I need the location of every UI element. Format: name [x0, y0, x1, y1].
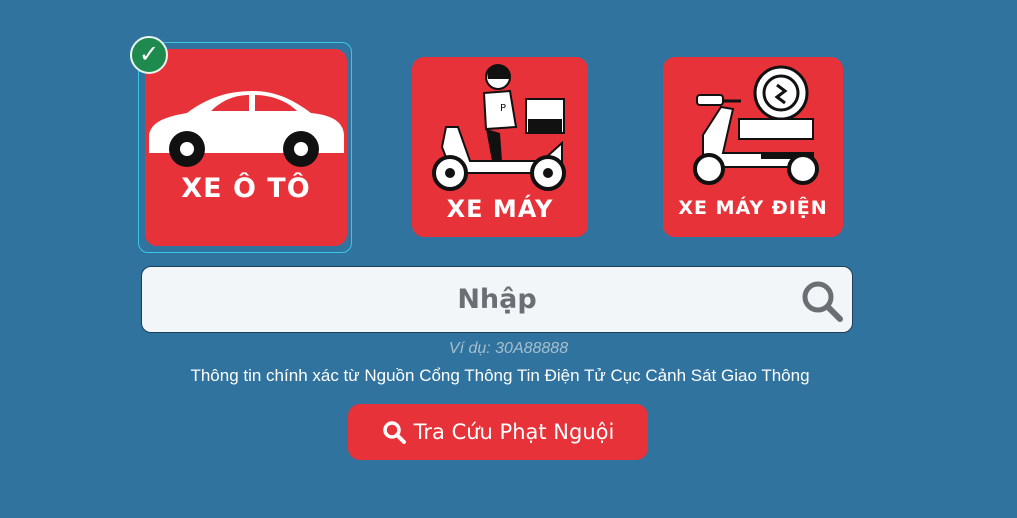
lookup-button[interactable]: Tra Cứu Phạt Nguội	[348, 404, 648, 460]
search-icon[interactable]	[800, 279, 844, 323]
input-example-hint: Ví dụ: 30A88888	[448, 340, 569, 357]
svg-text:P: P	[500, 103, 506, 114]
lookup-button-label: Tra Cứu Phạt Nguội	[413, 420, 615, 444]
car-icon	[149, 91, 344, 167]
check-icon: ✓	[130, 36, 168, 74]
vehicle-option-car[interactable]: XE Ô TÔ	[145, 49, 347, 246]
search-icon	[382, 421, 406, 444]
search-box	[141, 266, 853, 333]
source-note: Thông tin chính xác từ Nguồn Cổng Thông …	[190, 366, 810, 385]
vehicle-option-motorbike[interactable]: P XE MÁY	[412, 57, 588, 237]
plate-number-input[interactable]	[142, 267, 852, 332]
vehicle-option-label: XE MÁY ĐIỆN	[678, 197, 828, 219]
vehicle-option-label: XE MÁY	[446, 195, 554, 223]
vehicle-option-electric-motorbike[interactable]: XE MÁY ĐIỆN	[663, 57, 843, 237]
vehicle-option-label: XE Ô TÔ	[181, 173, 311, 204]
